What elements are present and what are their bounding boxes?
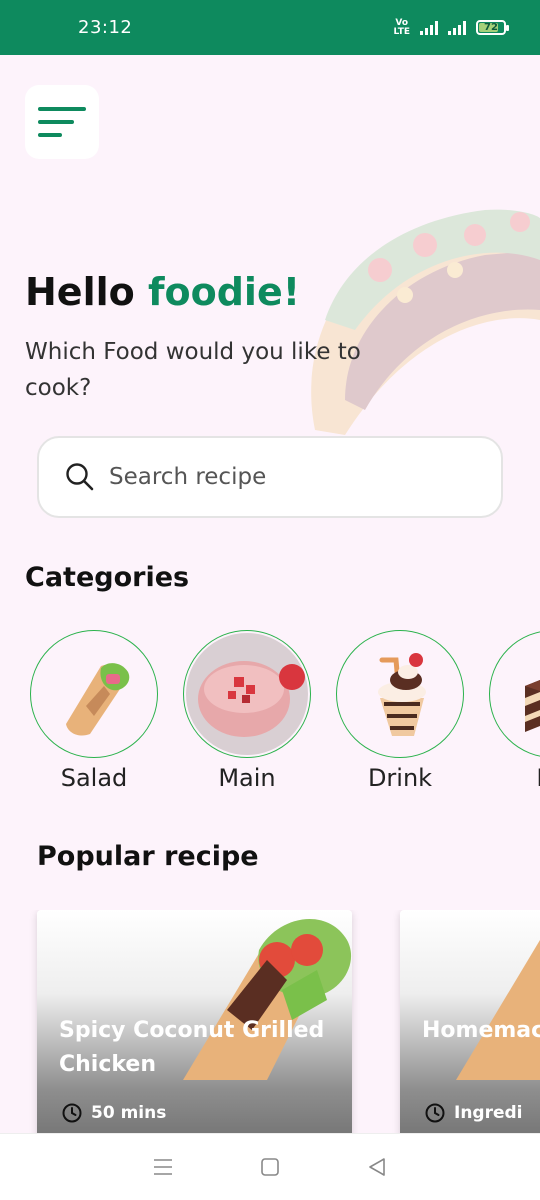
menu-button[interactable] xyxy=(25,85,99,159)
clock-icon xyxy=(62,1103,82,1123)
popular-title: Popular recipe xyxy=(37,841,259,872)
recipe-card-title: Spicy Coconut Grilled Chicken xyxy=(59,1018,325,1077)
recipe-card-title: Homemac Creamsic xyxy=(422,1018,540,1043)
category-dessert[interactable]: De xyxy=(489,630,540,792)
recipe-card-duration: 50 mins xyxy=(91,1103,167,1123)
wrap-icon xyxy=(66,663,130,736)
greeting-text: Hello xyxy=(25,270,135,314)
battery-icon: 72 xyxy=(476,20,509,35)
search-input[interactable] xyxy=(109,464,469,490)
category-label: De xyxy=(536,764,540,792)
home-icon[interactable] xyxy=(259,1156,281,1178)
status-time: 23:12 xyxy=(78,17,133,38)
hamburger-line xyxy=(38,133,62,137)
category-circle xyxy=(183,630,311,758)
signal-icon xyxy=(448,20,466,35)
status-bar: 23:12 Vo LTE 72 xyxy=(0,0,540,55)
clock-icon xyxy=(425,1103,445,1123)
recipe-card[interactable]: Spicy Coconut Grilled Chicken 50 mins xyxy=(37,910,352,1135)
status-icons: Vo LTE 72 xyxy=(393,17,509,37)
categories-title: Categories xyxy=(25,562,190,593)
hamburger-menu-icon xyxy=(38,107,86,111)
milkshake-icon xyxy=(378,653,426,736)
category-circle xyxy=(30,630,158,758)
wrap-illustration xyxy=(456,940,540,1080)
recents-icon[interactable] xyxy=(152,1156,174,1178)
category-drink[interactable]: Drink xyxy=(336,630,464,792)
category-label: Main xyxy=(218,764,276,792)
smoothie-bowl-icon xyxy=(186,633,308,755)
greeting-title: Hello foodie! xyxy=(25,270,300,314)
system-nav-bar xyxy=(0,1133,540,1200)
battery-level: 72 xyxy=(484,22,498,33)
signal-icon xyxy=(420,20,438,35)
category-label: Salad xyxy=(60,764,128,792)
popular-recipes-list: Spicy Coconut Grilled Chicken 50 mins Ho… xyxy=(0,910,540,1135)
recipe-card-duration: Ingredi xyxy=(454,1103,523,1123)
recipe-card-meta: 50 mins xyxy=(61,1102,166,1124)
category-main[interactable]: Main xyxy=(183,630,311,792)
category-circle xyxy=(489,630,540,758)
search-bar[interactable] xyxy=(37,436,503,518)
category-circle xyxy=(336,630,464,758)
search-icon xyxy=(66,463,94,491)
greeting-subtitle: Which Food would you like to cook? xyxy=(25,339,361,401)
category-label: Drink xyxy=(367,764,433,792)
recipe-card[interactable]: Homemac Creamsic Ingredi xyxy=(400,910,540,1135)
recipe-card-meta: Ingredi xyxy=(424,1102,523,1124)
back-icon[interactable] xyxy=(366,1156,388,1178)
greeting-accent: foodie! xyxy=(147,270,301,314)
category-salad[interactable]: Salad xyxy=(30,630,158,792)
categories-list: Salad Main Drink xyxy=(30,630,540,800)
cake-icon xyxy=(525,680,540,732)
volte-icon: Vo LTE xyxy=(393,17,410,37)
hamburger-line xyxy=(38,120,74,124)
